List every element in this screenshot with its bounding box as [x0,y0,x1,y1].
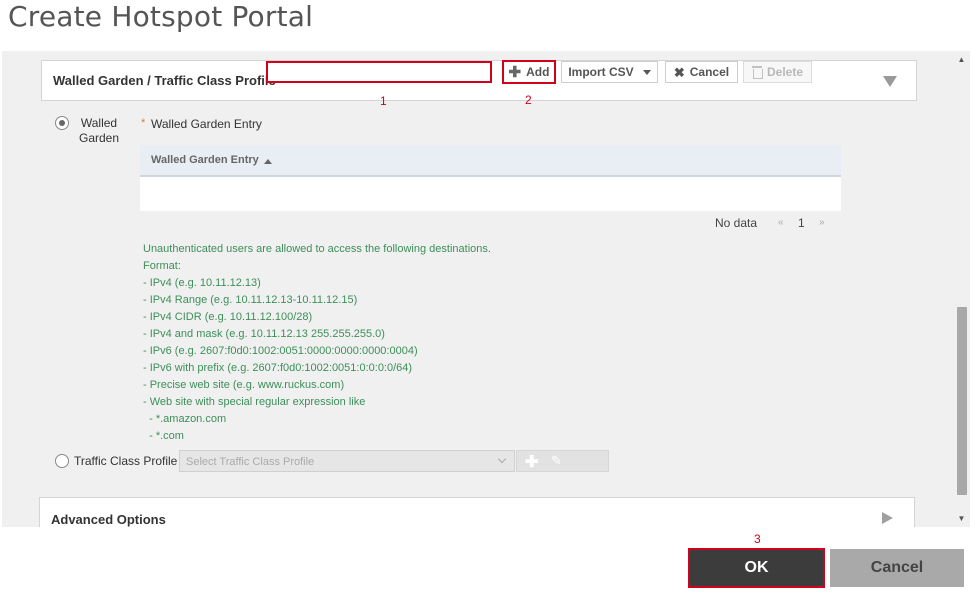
chevron-down-icon [642,69,651,75]
annotation-number: 2 [525,93,532,107]
help-line: - *.amazon.com [143,413,227,425]
cancel-entry-label: Cancel [689,65,730,79]
add-button[interactable]: ✚ Add [502,60,556,84]
section-title: Walled Garden / Traffic Class Profile [53,73,276,88]
pager-page[interactable]: 1 [798,216,805,230]
select-placeholder: Select Traffic Class Profile [186,456,315,468]
walled-garden-radio-label: Walled Garden [74,116,124,146]
ok-button[interactable]: OK [688,548,825,588]
plus-icon: ✚ [508,63,522,81]
scroll-down-arrow-icon[interactable]: ▼ [955,512,968,525]
required-marker: * [141,117,146,129]
walled-garden-entry-label: Walled Garden Entry [151,117,262,131]
scroll-up-arrow-icon[interactable]: ▲ [955,53,968,66]
trash-icon [751,66,763,79]
help-line: - IPv6 with prefix (e.g. 2607:f0d0:1002:… [143,362,413,374]
traffic-class-profile-label: Traffic Class Profile [74,454,178,468]
walled-garden-entry-input[interactable] [266,61,492,83]
cancel-button[interactable]: Cancel [830,549,964,587]
traffic-class-actions: ✚ ✎ [516,450,609,472]
advanced-options-title: Advanced Options [51,512,166,527]
traffic-class-profile-select[interactable]: Select Traffic Class Profile [179,450,515,472]
import-csv-button[interactable]: Import CSV [561,61,658,83]
help-line: Format: [143,260,181,272]
walled-garden-help-text: Unauthenticated users are allowed to acc… [143,241,743,445]
triangle-right-icon[interactable] [882,512,893,524]
plus-icon[interactable]: ✚ [525,452,538,472]
column-header-walled-garden-entry[interactable]: Walled Garden Entry [151,154,259,166]
help-line: - IPv4 CIDR (e.g. 10.11.12.100/28) [143,311,313,323]
delete-label: Delete [766,65,804,79]
sort-up-icon[interactable] [264,159,272,164]
add-button-label: Add [526,65,550,79]
page-title: Create Hotspot Portal [8,0,314,33]
pager-status: No data [715,216,758,230]
import-csv-label: Import CSV [568,65,634,79]
traffic-class-profile-radio[interactable] [55,454,69,468]
help-line: - IPv4 Range (e.g. 10.11.12.13-10.11.12.… [143,294,358,306]
radio-label-line1: Walled [80,116,118,130]
cancel-entry-button[interactable]: ✖ Cancel [665,61,738,83]
vertical-scrollbar[interactable]: ▲ ▼ [955,51,968,527]
help-line: - IPv4 (e.g. 10.11.12.13) [143,277,261,289]
help-line: - IPv4 and mask (e.g. 10.11.12.13 255.25… [143,328,385,340]
help-line: Unauthenticated users are allowed to acc… [143,243,491,255]
help-line: - Precise web site (e.g. www.ruckus.com) [143,379,345,391]
annotation-number: 3 [754,532,761,546]
chevron-down-icon [497,454,507,464]
pencil-icon[interactable]: ✎ [551,453,562,469]
pager-next[interactable]: » [819,217,825,228]
table-body-empty [140,177,841,211]
dialog-body: Walled Garden / Traffic Class Profile Wa… [2,51,970,527]
annotation-number: 1 [380,94,387,108]
help-line: - *.com [143,430,184,442]
radio-label-line2: Garden [78,131,120,145]
pager-prev[interactable]: « [778,217,784,228]
walled-garden-radio[interactable] [55,116,69,130]
advanced-options-header[interactable]: Advanced Options [39,497,915,527]
close-icon: ✖ [673,64,685,80]
table-header: Walled Garden Entry [140,145,841,177]
delete-button[interactable]: Delete [743,61,812,83]
help-line: - IPv6 (e.g. 2607:f0d0:1002:0051:0000:00… [143,345,418,357]
help-line: - Web site with special regular expressi… [143,396,366,408]
walled-garden-table: Walled Garden Entry [140,145,841,211]
scroll-thumb[interactable] [957,307,967,495]
triangle-down-icon[interactable] [883,76,897,87]
